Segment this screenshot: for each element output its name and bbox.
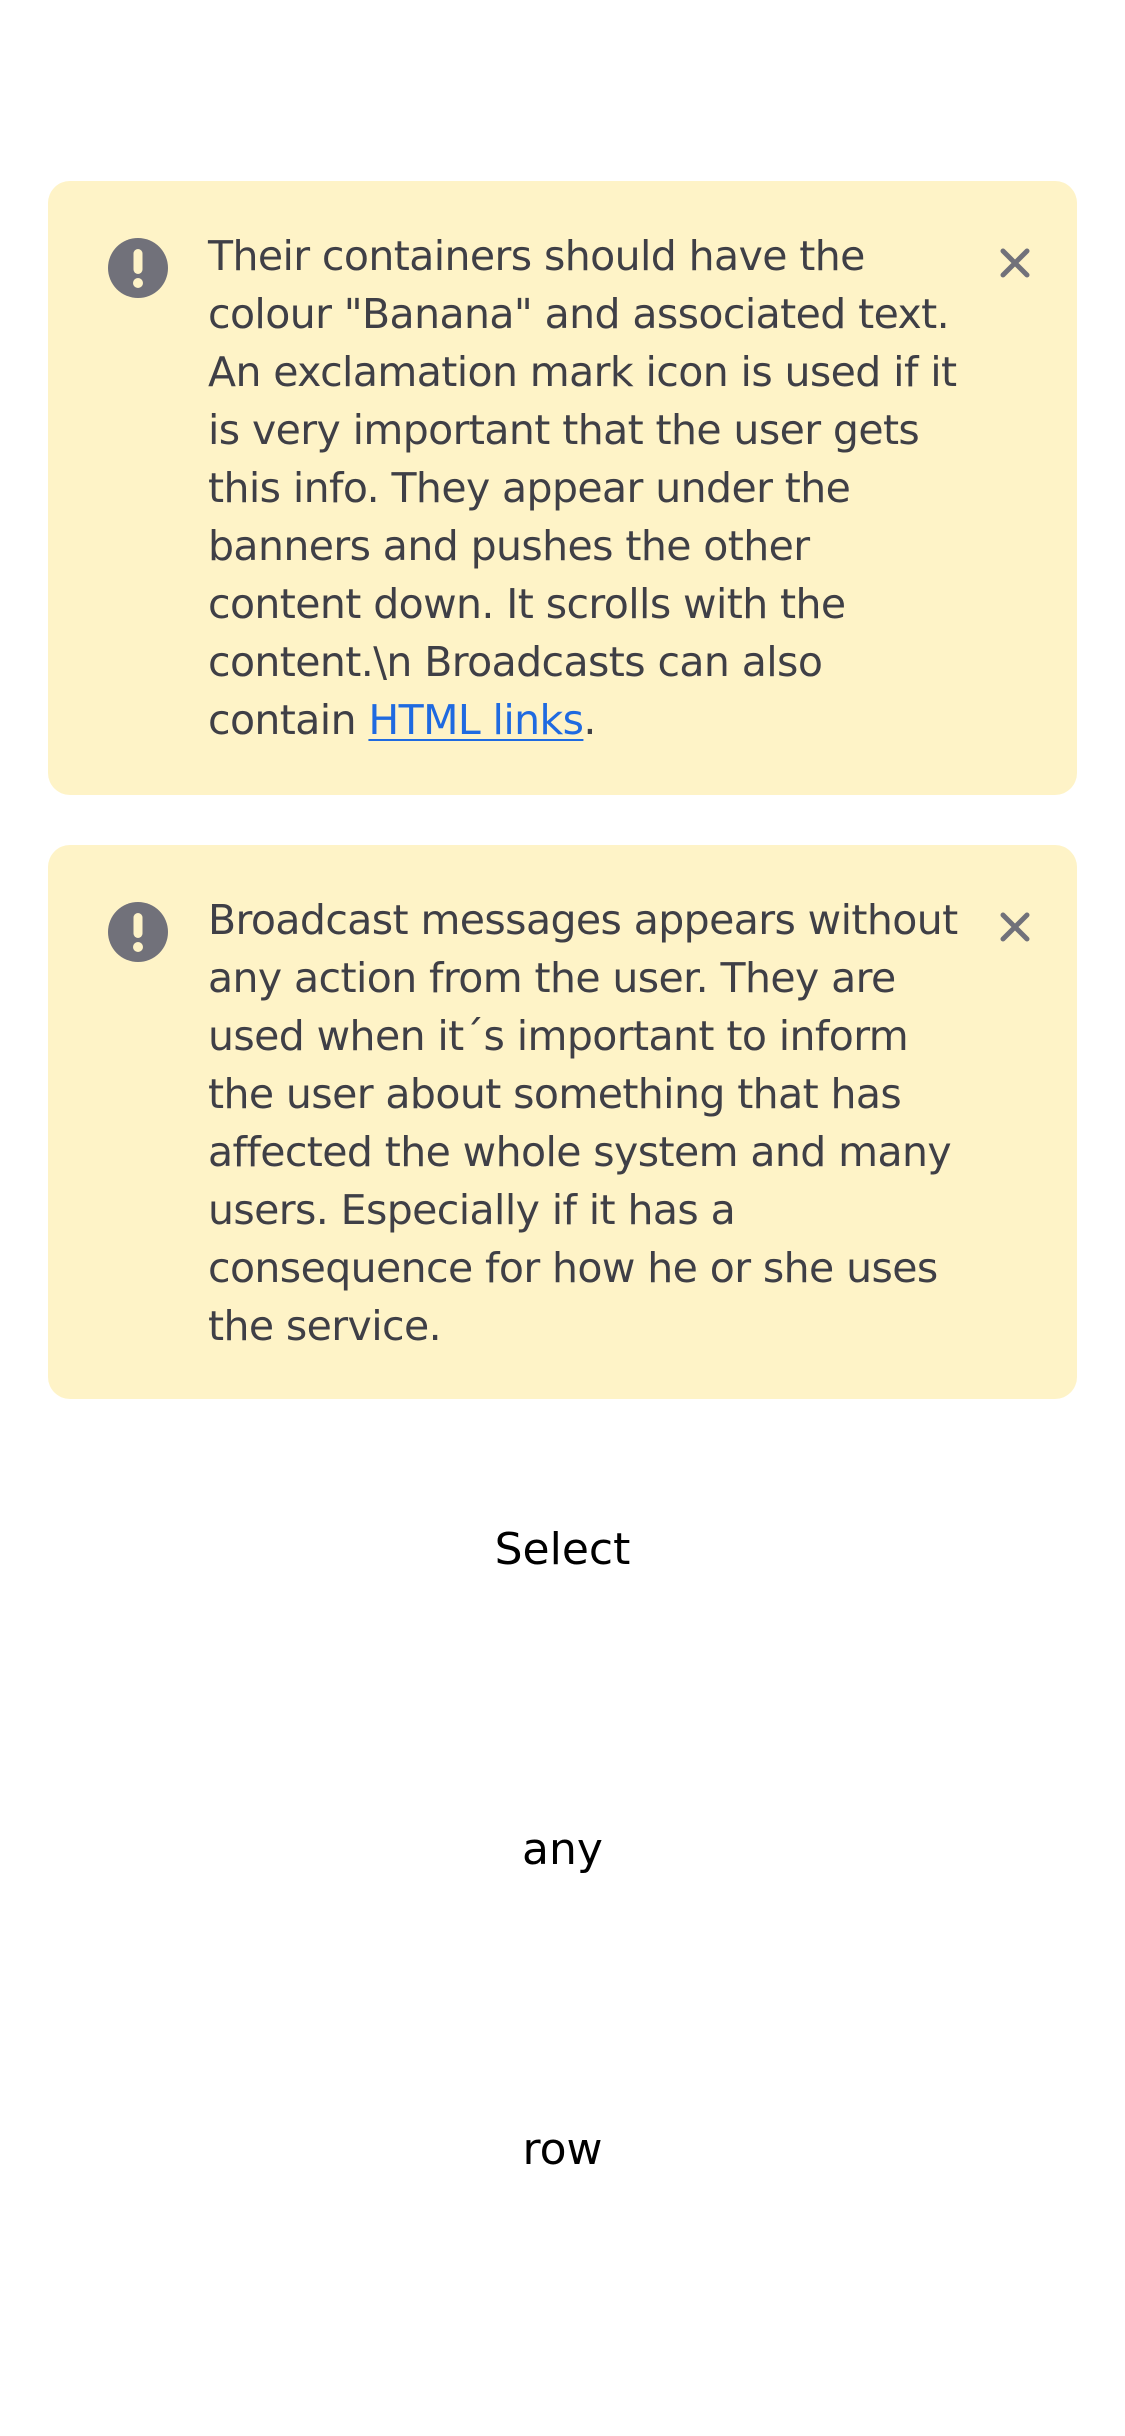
exclamation-circle-icon	[108, 902, 168, 962]
select-option-any[interactable]: any	[0, 1822, 1125, 1878]
close-icon	[1000, 248, 1030, 278]
broadcast-message-text: Broadcast messages appears without any a…	[208, 896, 958, 1350]
select-title: Select	[494, 1524, 631, 1575]
broadcast-message-1: Their containers should have the colour …	[48, 181, 1077, 795]
broadcast-message-text: Their containers should have the colour …	[208, 227, 968, 749]
broadcast-text: Their containers should have the colour …	[208, 232, 957, 744]
broadcast-text-end: .	[583, 696, 596, 744]
broadcast-message-2: Broadcast messages appears without any a…	[48, 845, 1077, 1399]
close-button[interactable]	[993, 905, 1037, 949]
close-button[interactable]	[993, 241, 1037, 285]
exclamation-circle-icon	[108, 238, 168, 298]
close-icon	[1000, 912, 1030, 942]
select-option-row[interactable]: row	[0, 2122, 1125, 2178]
html-link[interactable]: HTML links	[368, 696, 584, 744]
